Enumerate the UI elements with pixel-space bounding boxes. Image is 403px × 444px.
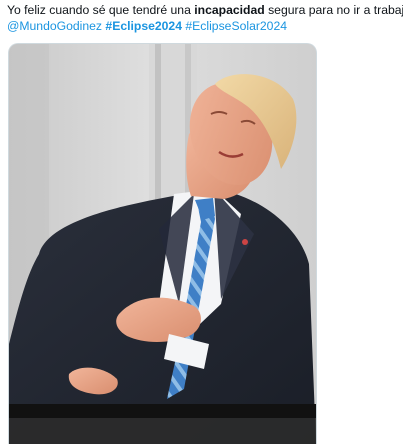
tweet: Yo feliz cuando sé que tendré una incapa…	[0, 0, 403, 444]
balcony-rail	[9, 404, 316, 418]
tweet-text-bold: incapacidad	[194, 3, 265, 17]
tweet-photo[interactable]	[8, 43, 317, 444]
hashtag-link-eclipsesolar2024[interactable]: #EclipseSolar2024	[185, 19, 287, 33]
tweet-text: Yo feliz cuando sé que tendré una incapa…	[7, 3, 403, 35]
photo-illustration	[9, 44, 316, 444]
tweet-text-prefix: Yo feliz cuando sé que tendré una	[7, 3, 195, 17]
hashtag-link-eclipse2024[interactable]: #Eclipse2024	[105, 19, 182, 33]
tweet-text-line-1: Yo feliz cuando sé que tendré una incapa…	[7, 3, 403, 19]
tweet-text-suffix: segura para no ir a trabajar	[264, 3, 403, 17]
tweet-text-line-2: @MundoGodinez #Eclipse2024 #EclipseSolar…	[7, 19, 399, 35]
lapel-pin	[242, 239, 248, 245]
mention-link[interactable]: @MundoGodinez	[7, 19, 102, 33]
